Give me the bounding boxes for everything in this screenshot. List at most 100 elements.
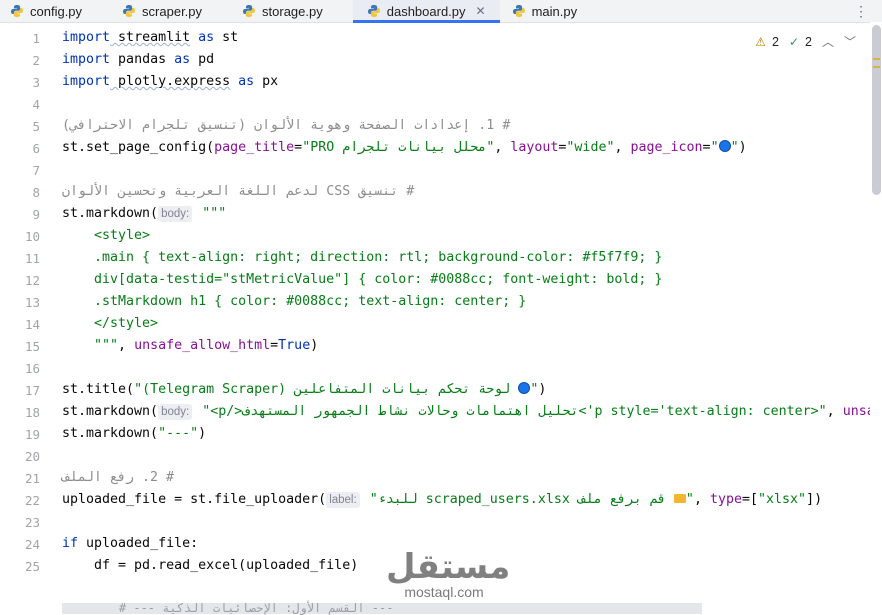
param: unsafe_allow_html xyxy=(134,338,271,353)
param: page_title xyxy=(214,140,295,155)
code-line: import pandas as pd xyxy=(62,52,214,67)
close-icon[interactable]: ✕ xyxy=(476,4,486,18)
line-number: 10 xyxy=(24,229,40,244)
keyword: as xyxy=(230,74,255,89)
string: " xyxy=(730,140,739,155)
keyword: as xyxy=(166,52,191,67)
call: st.markdown( xyxy=(62,426,159,441)
line-number: 12 xyxy=(24,273,40,288)
tab-storage[interactable]: storage.py xyxy=(216,0,337,22)
param: layout xyxy=(510,140,559,155)
call: st.title( xyxy=(62,382,135,397)
line-number: 3 xyxy=(32,75,40,90)
warning-marker[interactable] xyxy=(873,66,880,68)
tab-label: config.py xyxy=(30,3,83,19)
code-line: uploaded_file = st.file_uploader(label: … xyxy=(62,492,822,508)
code-line: st.markdown(body: "<p/>تحليل اهتمامات وح… xyxy=(62,404,875,420)
alias: st xyxy=(214,30,239,45)
module-name: pandas xyxy=(110,52,167,67)
line-number: 11 xyxy=(24,251,40,266)
line-number: 13 xyxy=(24,295,40,310)
op: = xyxy=(741,492,750,507)
scrollbar-thumb[interactable] xyxy=(872,25,881,195)
string: "للبدء scraped_users.xlsx قم برفع ملف xyxy=(361,492,674,507)
folder-emoji-icon xyxy=(673,494,686,503)
python-file-icon xyxy=(123,5,136,17)
punct: , xyxy=(614,140,631,155)
code-line: import streamlit as st xyxy=(62,30,238,45)
module-name: plotly.express xyxy=(110,74,231,89)
keyword: True xyxy=(278,338,311,353)
code-line: st.markdown(body: """ xyxy=(62,206,226,222)
param-hint: body: xyxy=(158,404,193,420)
comment-line: # --- القسم الأول: الإحصائيات الذكية --- xyxy=(90,601,394,615)
line-number: 21 xyxy=(24,471,40,486)
line-number: 9 xyxy=(32,207,40,222)
line-number: 15 xyxy=(24,339,40,354)
punct: , xyxy=(118,338,135,353)
punct: , xyxy=(826,404,843,419)
watermark-url: mostaql.com xyxy=(404,584,484,600)
string: "xlsx" xyxy=(758,492,807,507)
alias: pd xyxy=(190,52,215,67)
punct: , xyxy=(494,140,511,155)
tab-label: main.py xyxy=(531,3,578,19)
code-line: st.title("(Telegram Scraper) لوحة تحكم ب… xyxy=(62,382,546,397)
tab-main[interactable]: main.py xyxy=(500,0,592,22)
keyword: import xyxy=(62,30,111,45)
tab-label: storage.py xyxy=(262,3,323,19)
string: "---" xyxy=(158,426,199,441)
call: uploaded_file = st.file_uploader( xyxy=(62,492,327,507)
string: "<p/>تحليل اهتمامات وحالات نشاط الجمهور … xyxy=(194,404,827,419)
code-line: import plotly.express as px xyxy=(62,74,278,89)
mostaql-watermark: مستقل mostaql.com xyxy=(386,548,510,606)
punct: ) xyxy=(538,382,547,397)
expr: uploaded_file: xyxy=(78,536,199,551)
vertical-scrollbar[interactable] xyxy=(870,22,882,614)
line-number: 22 xyxy=(24,493,40,508)
punct: ) xyxy=(198,426,207,441)
tab-label: scraper.py xyxy=(142,3,203,19)
param-hint: label: xyxy=(326,492,360,508)
tab-dashboard[interactable]: dashboard.py ✕ xyxy=(352,0,500,23)
python-file-icon xyxy=(243,5,256,17)
alias: px xyxy=(254,74,279,89)
string: " xyxy=(710,140,719,155)
punct: ) xyxy=(310,338,319,353)
line-number: 18 xyxy=(24,405,40,420)
line-number: 5 xyxy=(32,119,40,134)
string: "PRO محلل بيانات تلجرام" xyxy=(302,140,495,155)
keyword: as xyxy=(190,30,215,45)
keyword: if xyxy=(62,536,79,551)
line-number: 19 xyxy=(24,427,40,442)
param-hint: body: xyxy=(158,206,193,222)
tab-label: dashboard.py xyxy=(386,3,466,19)
line-number: 2 xyxy=(32,53,40,68)
module-name: streamlit xyxy=(110,30,191,45)
code-line: <style> xyxy=(62,228,151,243)
op: = xyxy=(294,140,303,155)
tab-config[interactable]: config.py xyxy=(0,0,96,22)
op: = xyxy=(702,140,711,155)
python-file-icon xyxy=(367,5,380,17)
blue-circle-emoji-icon xyxy=(518,382,531,394)
more-tabs-icon[interactable]: ⋮ xyxy=(854,0,868,22)
comment-line: # 2. رفع الملف xyxy=(61,470,174,485)
python-file-icon xyxy=(512,5,525,17)
call: st.markdown( xyxy=(62,206,159,221)
string: " xyxy=(685,492,694,507)
op: = xyxy=(270,338,279,353)
line-number: 1 xyxy=(32,31,40,46)
code-line: if uploaded_file: xyxy=(62,536,198,551)
comment-line: # 1. إعدادات الصفحة وهوية الألوان (تنسيق… xyxy=(62,118,511,133)
line-number: 8 xyxy=(32,185,40,200)
tab-scraper[interactable]: scraper.py xyxy=(96,0,216,22)
line-number: 24 xyxy=(24,537,40,552)
warning-marker[interactable] xyxy=(873,58,880,60)
line-number: 23 xyxy=(24,515,40,530)
code-editor[interactable]: 1 2 3 4 5 6 7 8 9 10 11 12 13 14 15 16 1… xyxy=(0,27,882,614)
line-number: 20 xyxy=(24,449,40,464)
call: st.set_page_config( xyxy=(62,140,215,155)
line-number: 14 xyxy=(24,317,40,332)
string: "wide" xyxy=(566,140,615,155)
